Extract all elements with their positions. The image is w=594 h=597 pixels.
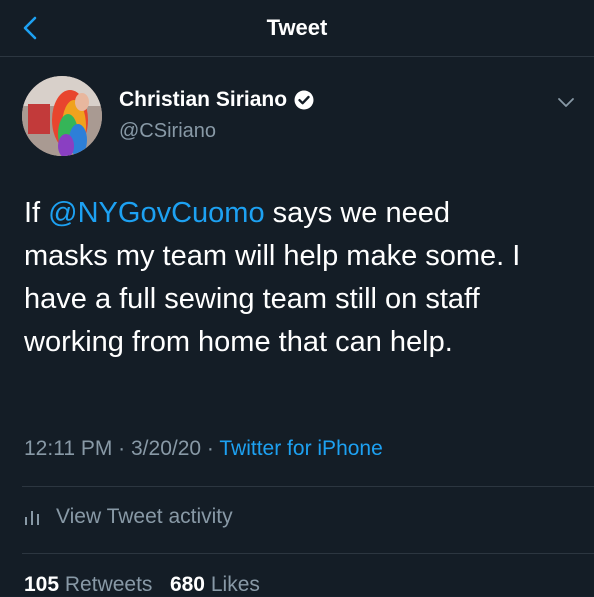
author-name-row[interactable]: Christian Siriano bbox=[119, 88, 314, 112]
tweet-time: 12:11 PM bbox=[24, 437, 113, 460]
tweet-text-line: have a full sewing team still on staff bbox=[24, 283, 480, 315]
avatar[interactable] bbox=[22, 76, 102, 156]
tweet-text-segment: says we need bbox=[264, 197, 450, 229]
author-display-name: Christian Siriano bbox=[119, 88, 288, 111]
top-nav-bar: Tweet bbox=[0, 0, 594, 57]
retweets-label: Retweets bbox=[64, 573, 153, 596]
tweet-text-segment: If bbox=[24, 197, 49, 229]
bar-chart-icon bbox=[25, 511, 39, 525]
chevron-down-icon[interactable] bbox=[554, 90, 578, 114]
view-tweet-activity-label: View Tweet activity bbox=[56, 505, 233, 528]
tweet-text-line: masks my team will help make some. I bbox=[24, 240, 521, 272]
author-handle[interactable]: @CSiriano bbox=[119, 120, 216, 143]
tweet-text-line: If @NYGovCuomo says we need bbox=[24, 192, 564, 235]
mention-link[interactable]: @NYGovCuomo bbox=[48, 197, 264, 229]
tweet-detail-screen: Tweet Christian Siriano @CSiriano If @NY… bbox=[0, 0, 594, 596]
likes-stat[interactable]: 680 Likes bbox=[170, 573, 260, 596]
avatar-image bbox=[22, 76, 102, 156]
tweet-author: Christian Siriano @CSiriano bbox=[22, 76, 582, 156]
page-title: Tweet bbox=[266, 15, 328, 40]
meta-separator: · bbox=[201, 437, 220, 460]
tweet-meta: 12:11 PM · 3/20/20 · Twitter for iPhone bbox=[24, 437, 383, 461]
tweet-source-link[interactable]: Twitter for iPhone bbox=[219, 437, 382, 460]
tweet-date: 3/20/20 bbox=[131, 437, 202, 460]
view-tweet-activity-button[interactable]: View Tweet activity bbox=[24, 505, 233, 529]
tweet-text-line: working from home that can help. bbox=[24, 326, 453, 358]
retweets-stat[interactable]: 105 Retweets bbox=[24, 573, 152, 596]
tweet-text: If @NYGovCuomo says we need masks my tea… bbox=[24, 192, 564, 364]
retweets-count: 105 bbox=[24, 573, 60, 596]
divider bbox=[22, 553, 594, 554]
likes-label: Likes bbox=[210, 573, 260, 596]
likes-count: 680 bbox=[169, 573, 205, 596]
tweet-stats: 105 Retweets 680 Likes bbox=[24, 573, 260, 597]
divider bbox=[22, 486, 594, 487]
verified-badge-icon bbox=[294, 90, 314, 110]
meta-separator: · bbox=[112, 437, 131, 460]
